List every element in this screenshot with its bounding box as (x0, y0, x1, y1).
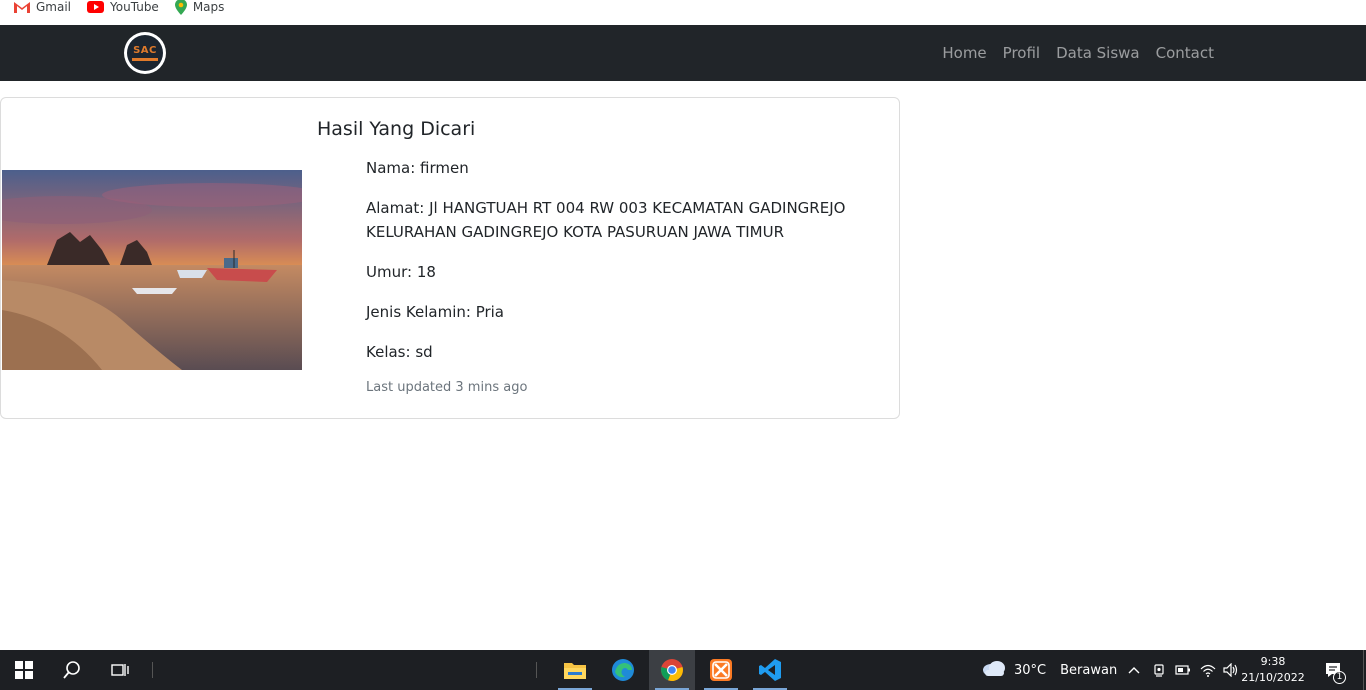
windows-start-icon[interactable] (0, 650, 48, 690)
clock-date: 21/10/2022 (1241, 671, 1305, 684)
chrome-icon[interactable] (649, 650, 695, 690)
maps-icon (174, 0, 187, 15)
taskbar-divider (150, 650, 154, 690)
result-card: Hasil Yang Dicari Nama: firmen Alamat: J… (0, 97, 900, 419)
wifi-icon[interactable] (1196, 650, 1220, 690)
field-nama: Nama: firmen (366, 159, 469, 177)
edge-icon[interactable] (600, 650, 646, 690)
bookmark-maps[interactable]: Maps (174, 0, 225, 15)
result-fields: Nama: firmen Alamat: Jl HANGTUAH RT 004 … (366, 156, 846, 395)
clock-time: 9:38 (1260, 655, 1286, 668)
chevron-up-icon[interactable] (1124, 650, 1144, 690)
nav-links: Home Profil Data Siswa Contact (942, 25, 1214, 81)
logo-text: SAC (133, 44, 157, 56)
site-logo[interactable]: SAC (124, 32, 166, 74)
vscode-icon[interactable] (747, 650, 793, 690)
nav-link-data-siswa[interactable]: Data Siswa (1056, 44, 1140, 62)
bookmark-youtube-label: YouTube (110, 0, 159, 14)
bookmarks-bar: Gmail YouTube Maps (0, 0, 1366, 25)
field-kelas: Kelas: sd (366, 343, 433, 361)
task-view-icon[interactable] (96, 650, 144, 690)
beach-sunset-image (2, 170, 302, 370)
xampp-icon[interactable] (698, 650, 744, 690)
taskbar-divider-2 (534, 650, 538, 690)
logo-stripe (132, 57, 158, 61)
weather-widget[interactable]: 30°C Berawan (982, 650, 1117, 690)
weather-condition: Berawan (1060, 662, 1118, 678)
youtube-icon (87, 0, 105, 13)
notification-badge: 1 (1333, 671, 1346, 684)
logo-badge: SAC (127, 35, 163, 71)
battery-icon[interactable] (1172, 650, 1194, 690)
file-explorer-icon[interactable] (552, 650, 598, 690)
taskbar: 30°C Berawan 9:38 21/10/2022 1 (0, 650, 1366, 690)
bookmark-maps-label: Maps (192, 0, 225, 14)
bookmark-gmail[interactable]: Gmail (14, 0, 71, 14)
card-title: Hasil Yang Dicari (317, 118, 476, 140)
field-umur: Umur: 18 (366, 263, 436, 281)
volume-icon[interactable] (1220, 650, 1242, 690)
field-jenis-kelamin: Jenis Kelamin: Pria (366, 303, 505, 321)
meet-now-icon[interactable] (1148, 650, 1170, 690)
field-alamat: Alamat: Jl HANGTUAH RT 004 RW 003 KECAMA… (366, 199, 846, 241)
weather-temp: 30°C (1014, 662, 1047, 678)
nav-link-contact[interactable]: Contact (1156, 44, 1214, 62)
nav-link-profil[interactable]: Profil (1003, 44, 1040, 62)
gmail-icon (14, 1, 30, 13)
show-desktop-button[interactable] (1360, 650, 1366, 690)
nav-link-home[interactable]: Home (942, 44, 986, 62)
bookmark-gmail-label: Gmail (36, 0, 72, 14)
cloud-icon (982, 660, 1006, 680)
notification-icon[interactable]: 1 (1318, 650, 1348, 690)
taskbar-clock[interactable]: 9:38 21/10/2022 (1240, 654, 1306, 686)
bookmark-youtube[interactable]: YouTube (87, 0, 159, 14)
navbar: SAC Home Profil Data Siswa Contact (0, 25, 1366, 81)
last-updated-text: Last updated 3 mins ago (366, 380, 528, 395)
search-icon[interactable] (48, 650, 96, 690)
